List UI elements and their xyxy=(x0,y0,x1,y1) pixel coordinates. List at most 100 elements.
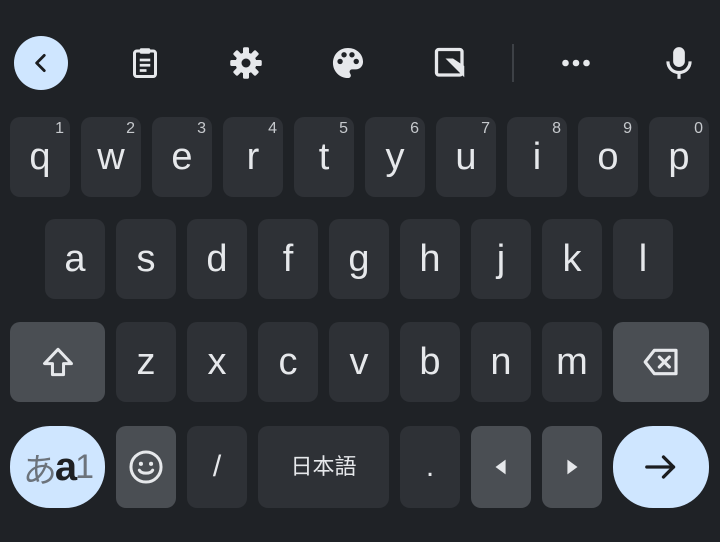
key-label: b xyxy=(419,341,441,383)
key-label: d xyxy=(206,238,228,280)
key-hint: 7 xyxy=(481,120,490,137)
backspace-key[interactable] xyxy=(613,322,709,402)
palette-icon xyxy=(332,47,364,79)
key-hint: 9 xyxy=(623,120,632,137)
key-label: s xyxy=(136,238,156,280)
chevron-left-icon xyxy=(35,54,46,72)
emoji-smile-icon xyxy=(129,450,163,484)
key-label: t xyxy=(318,136,330,178)
key-w[interactable]: 2w xyxy=(81,117,141,197)
key-label: a xyxy=(64,238,86,280)
key-label: r xyxy=(246,136,260,178)
key-hint: 8 xyxy=(552,120,561,137)
key-label: z xyxy=(136,341,156,383)
voice-input-button[interactable] xyxy=(657,41,701,85)
clipboard-icon xyxy=(133,48,157,78)
arrow-right-icon xyxy=(645,455,676,479)
key-label: / xyxy=(212,450,222,483)
key-label: g xyxy=(348,238,370,280)
key-label: . xyxy=(425,450,435,483)
key-n[interactable]: n xyxy=(471,322,531,402)
emoji-key[interactable] xyxy=(116,426,176,508)
key-i[interactable]: 8i xyxy=(507,117,567,197)
enter-key[interactable] xyxy=(613,426,709,508)
backspace-icon xyxy=(643,348,678,376)
key-label: o xyxy=(597,136,619,178)
key-hint: 1 xyxy=(55,120,64,137)
key-label: u xyxy=(455,136,477,178)
key-hint: 6 xyxy=(410,120,419,137)
key-g[interactable]: g xyxy=(329,219,389,299)
key-label: p xyxy=(668,136,690,178)
triangle-right-icon xyxy=(567,459,578,475)
lang-hiragana-label: あ xyxy=(22,451,57,490)
cursor-left-key[interactable] xyxy=(471,426,531,508)
key-t[interactable]: 5t xyxy=(294,117,354,197)
settings-button[interactable] xyxy=(224,41,268,85)
more-button[interactable] xyxy=(554,41,598,85)
key-label: k xyxy=(562,238,582,280)
key-hint: 4 xyxy=(268,120,277,137)
key-label: f xyxy=(282,238,294,280)
toolbar-divider xyxy=(512,44,514,82)
theme-button[interactable] xyxy=(326,41,370,85)
key-label: v xyxy=(349,341,369,383)
space-key-label: 日本語 xyxy=(290,454,357,479)
key-label: i xyxy=(532,136,542,178)
key-label: h xyxy=(419,238,441,280)
key-y[interactable]: 6y xyxy=(365,117,425,197)
key-label: q xyxy=(29,136,51,178)
key-label: l xyxy=(638,238,648,280)
key-j[interactable]: j xyxy=(471,219,531,299)
key-hint: 2 xyxy=(126,120,135,137)
key-r[interactable]: 4r xyxy=(223,117,283,197)
cursor-right-key[interactable] xyxy=(542,426,602,508)
key-hint: 5 xyxy=(339,120,348,137)
key-label: m xyxy=(556,341,588,383)
more-horizontal-icon xyxy=(562,59,590,67)
key-e[interactable]: 3e xyxy=(152,117,212,197)
edit-box-icon xyxy=(434,47,465,78)
key-label: w xyxy=(97,136,125,178)
key-k[interactable]: k xyxy=(542,219,602,299)
language-switch-key[interactable]: あa1 xyxy=(10,426,105,508)
space-key[interactable]: 日本語 xyxy=(258,426,389,508)
key-label: c xyxy=(278,341,298,383)
shift-key[interactable] xyxy=(10,322,105,402)
key-x[interactable]: x xyxy=(187,322,247,402)
key-h[interactable]: h xyxy=(400,219,460,299)
key-label: y xyxy=(385,136,405,178)
key-f[interactable]: f xyxy=(258,219,318,299)
key-label: x xyxy=(207,341,227,383)
key-label: j xyxy=(496,238,506,280)
key-o[interactable]: 9o xyxy=(578,117,638,197)
key-label: e xyxy=(171,136,193,178)
key-l[interactable]: l xyxy=(613,219,673,299)
lang-latin-label: a xyxy=(54,444,77,489)
gear-icon xyxy=(230,47,262,79)
key-label: n xyxy=(490,341,512,383)
back-button[interactable] xyxy=(14,36,68,90)
key-v[interactable]: v xyxy=(329,322,389,402)
floating-keyboard-button[interactable] xyxy=(428,41,472,85)
key-d[interactable]: d xyxy=(187,219,247,299)
key-z[interactable]: z xyxy=(116,322,176,402)
key-s[interactable]: s xyxy=(116,219,176,299)
key-c[interactable]: c xyxy=(258,322,318,402)
keyboard-toolbar xyxy=(0,0,720,120)
key-hint: 3 xyxy=(197,120,206,137)
key-q[interactable]: 1q xyxy=(10,117,70,197)
key-hint: 0 xyxy=(694,120,703,137)
key-m[interactable]: m xyxy=(542,322,602,402)
key-u[interactable]: 7u xyxy=(436,117,496,197)
shift-arrow-icon xyxy=(42,347,73,377)
microphone-icon xyxy=(666,47,692,79)
key-b[interactable]: b xyxy=(400,322,460,402)
lang-number-label: 1 xyxy=(75,447,94,486)
key-p[interactable]: 0p xyxy=(649,117,709,197)
triangle-left-icon xyxy=(495,459,506,475)
key-a[interactable]: a xyxy=(45,219,105,299)
period-key[interactable]: . xyxy=(400,426,460,508)
clipboard-button[interactable] xyxy=(123,41,167,85)
slash-key[interactable]: / xyxy=(187,426,247,508)
